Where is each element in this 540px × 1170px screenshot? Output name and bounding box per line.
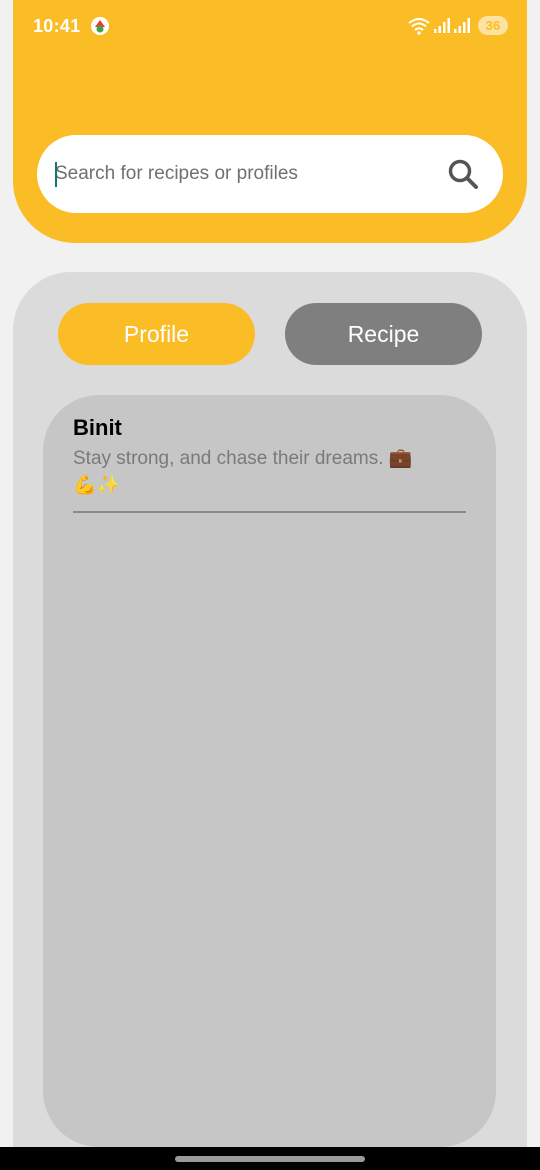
profile-name: Binit [73,415,122,440]
profile-bio-text: Stay strong, and chase their dreams. [73,448,384,469]
list-item[interactable]: Binit Stay strong, and chase their dream… [73,415,466,513]
tab-recipe[interactable]: Recipe [285,303,482,365]
navigation-bar [0,1147,540,1170]
search-screen: 10:41 36 Search for recipes or profiles … [0,0,540,1170]
text-caret [55,162,57,187]
battery-icon: 36 [478,16,508,35]
profile-bio: Stay strong, and chase their dreams. 💼 💪… [73,445,466,499]
home-indicator[interactable] [175,1156,365,1162]
tab-profile[interactable]: Profile [58,303,255,365]
results-list: Binit Stay strong, and chase their dream… [43,395,496,1147]
app-notification-icon [91,17,109,35]
search-bar[interactable] [37,135,503,213]
signal-icon [434,18,450,33]
divider [73,511,466,513]
search-icon[interactable] [447,158,479,190]
wifi-icon [408,18,430,35]
briefcase-emoji: 💼 [388,447,413,469]
content-panel: Profile Recipe Binit Stay strong, and ch… [13,272,527,1170]
signal-icon [454,18,470,33]
search-input[interactable] [55,155,435,193]
status-time: 10:41 [33,16,81,36]
status-bar: 10:41 36 [0,0,540,52]
flexed-bicep-sparkles-emoji: 💪✨ [73,474,121,496]
